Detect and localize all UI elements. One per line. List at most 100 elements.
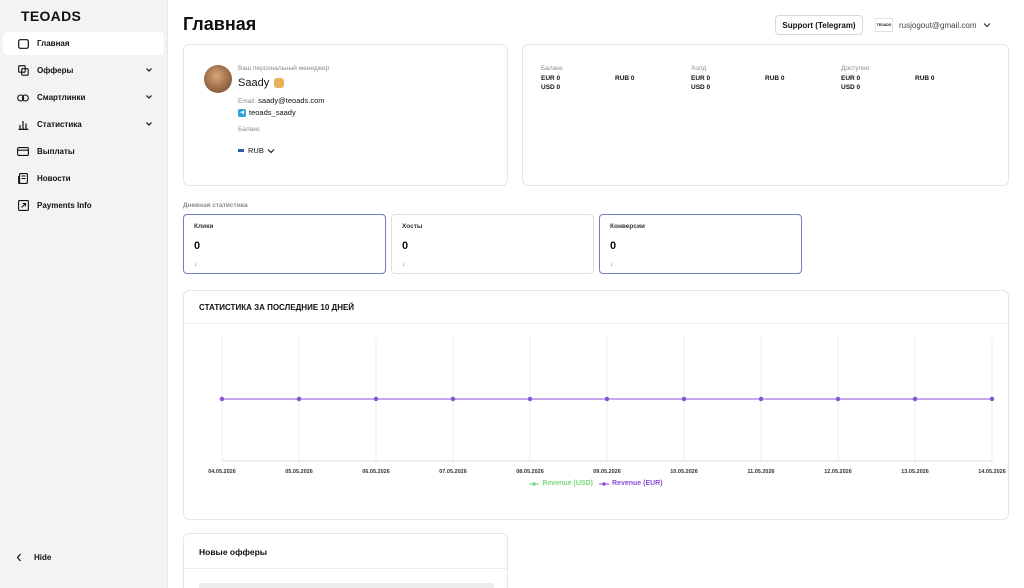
- daily-stats-label: Дневная статистика: [183, 202, 248, 209]
- sidebar-item-news[interactable]: Новости: [3, 167, 164, 190]
- hold-value: [765, 84, 825, 91]
- logo[interactable]: TEOADS: [21, 8, 81, 24]
- chevron-down-icon[interactable]: [144, 92, 154, 102]
- arrow-down-icon: ↓: [194, 261, 198, 268]
- telegram-handle: teoads_saady: [249, 108, 296, 117]
- stat-value: 0: [610, 240, 617, 252]
- legend-marker-icon: [529, 481, 540, 487]
- sidebar-item-payments-info[interactable]: Payments Info: [3, 194, 164, 217]
- sidebar-item-smartlinks[interactable]: Смартлинки: [3, 86, 164, 109]
- x-tick-label: 05.05.2026: [285, 469, 313, 475]
- manager-email: Email: saady@teoads.com: [238, 96, 325, 105]
- account-logo: TEOADS: [875, 18, 893, 32]
- arrow-down-icon: ↓: [402, 261, 406, 268]
- data-point: [912, 396, 918, 402]
- currency-select[interactable]: RUB: [238, 146, 275, 155]
- x-tick-label: 14.05.2026: [978, 469, 1006, 475]
- x-tick-label: 04.05.2026: [208, 469, 236, 475]
- hosts-card[interactable]: Хосты 0 ↓: [391, 214, 594, 274]
- news-icon: [17, 173, 29, 185]
- sidebar-item-label: Новости: [37, 174, 71, 183]
- legend-marker-icon: [599, 481, 609, 487]
- chevron-left-icon: [14, 551, 24, 563]
- hold-value: USD 0: [691, 84, 711, 91]
- page-title: Главная: [183, 14, 257, 34]
- stat-value: 0: [194, 240, 201, 252]
- balance-value: EUR 0: [541, 75, 561, 82]
- sidebar-item-label: Офферы: [37, 66, 74, 75]
- data-point: [450, 396, 456, 402]
- legend-item[interactable]: Revenue (EUR): [599, 480, 663, 487]
- chevron-down-icon[interactable]: [982, 20, 992, 30]
- hold-column: Холд EUR 0 RUB 0 USD 0: [691, 65, 831, 91]
- legend-label: Revenue (EUR): [612, 480, 663, 487]
- email-value[interactable]: saady@teoads.com: [258, 96, 324, 105]
- balance-value: RUB 0: [615, 75, 635, 82]
- sidebar-nav: Главная Офферы Смартлинки Статистика Вып…: [3, 32, 164, 221]
- data-point: [681, 396, 687, 402]
- balance-card: Баланс EUR 0 RUB 0 USD 0 Холд EUR 0 RUB …: [522, 44, 1009, 186]
- hold-title: Холд: [691, 65, 707, 72]
- balance-value: USD 0: [541, 84, 561, 91]
- chevron-down-icon[interactable]: [144, 119, 154, 129]
- account-email: rusjogout@gmail.com: [899, 20, 977, 30]
- support-telegram-button[interactable]: Support (Telegram): [775, 15, 863, 35]
- manager-caption: Ваш персональный менеджер: [238, 65, 330, 72]
- available-value: USD 0: [841, 84, 861, 91]
- legend-item[interactable]: Revenue (USD): [529, 480, 593, 487]
- manager-telegram[interactable]: teoads_saady: [238, 108, 296, 117]
- x-tick-label: 11.05.2026: [747, 469, 774, 475]
- data-point: [758, 396, 764, 402]
- stat-title: Хосты: [402, 223, 423, 230]
- data-point: [527, 396, 533, 402]
- arrow-down-icon: ↓: [610, 261, 614, 268]
- legend-label: Revenue (USD): [542, 480, 593, 487]
- x-tick-label: 07.05.2026: [439, 469, 467, 475]
- data-point: [835, 396, 841, 402]
- x-tick-label: 10.05.2026: [670, 469, 698, 475]
- balance-value: [615, 84, 675, 91]
- sidebar-item-label: Выплаты: [37, 147, 75, 156]
- manager-name: Saady: [238, 77, 285, 89]
- hide-label: Hide: [34, 552, 52, 562]
- stats-chart-card: СТАТИСТИКА ЗА ПОСЛЕДНИЕ 10 ДНЕЙ 04.05.20…: [183, 290, 1009, 520]
- sidebar-item-home[interactable]: Главная: [3, 32, 164, 55]
- sidebar-item-statistics[interactable]: Статистика: [3, 113, 164, 136]
- sidebar-item-offers[interactable]: Офферы: [3, 59, 164, 82]
- clicks-card[interactable]: Клики 0 ↓: [183, 214, 386, 274]
- avatar: [204, 65, 232, 93]
- new-offers-title: Новые офферы: [199, 547, 268, 557]
- conversions-card[interactable]: Конверсии 0 ↓: [599, 214, 802, 274]
- balance-title: Баланс: [541, 65, 564, 72]
- telegram-icon: [238, 108, 246, 117]
- link-icon: [17, 92, 29, 104]
- data-point: [219, 396, 225, 402]
- sidebar-item-payouts[interactable]: Выплаты: [3, 140, 164, 163]
- email-label: Email:: [238, 98, 257, 105]
- hide-sidebar-button[interactable]: Hide: [14, 551, 51, 563]
- x-tick-label: 12.05.2026: [824, 469, 852, 475]
- card-icon: [17, 146, 29, 158]
- balance-caption: Баланс: [238, 126, 261, 133]
- x-tick-label: 08.05.2026: [516, 469, 544, 475]
- stat-title: Клики: [194, 223, 214, 230]
- data-point: [296, 396, 302, 402]
- sidebar-item-label: Смартлинки: [37, 93, 86, 102]
- hold-value: EUR 0: [691, 75, 711, 82]
- line-chart[interactable]: 04.05.2026 05.05.2026 06.05.2026 07.05.2026…: [184, 291, 1010, 476]
- available-value: RUB 0: [915, 75, 935, 82]
- new-offers-card: Новые офферы: [183, 533, 508, 588]
- account-menu[interactable]: TEOADS rusjogout@gmail.com: [875, 15, 992, 35]
- external-icon: [17, 200, 29, 212]
- sidebar-item-label: Главная: [37, 39, 70, 48]
- offers-icon: [17, 65, 29, 77]
- chart-legend: Revenue (USD) Revenue (EUR): [184, 480, 1008, 487]
- divider: [184, 568, 507, 569]
- x-tick-label: 06.05.2026: [362, 469, 390, 475]
- flag-icon: [238, 149, 244, 152]
- x-tick-label: 09.05.2026: [593, 469, 621, 475]
- manager-card: Ваш персональный менеджер Saady Email: s…: [183, 44, 508, 186]
- data-point: [373, 396, 379, 402]
- available-title: Доступно: [841, 65, 870, 72]
- chevron-down-icon[interactable]: [144, 65, 154, 75]
